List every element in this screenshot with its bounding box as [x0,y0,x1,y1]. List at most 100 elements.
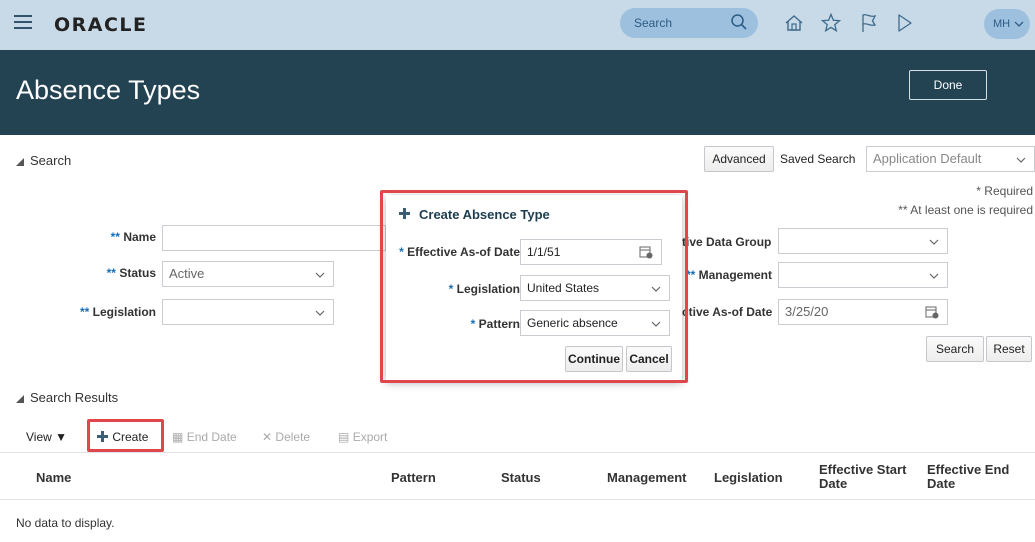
caret-down-icon: ▼ [55,430,68,444]
chevron-down-icon [651,286,661,292]
status-label-text: Status [119,266,156,280]
create-label: Create [112,430,149,444]
advanced-button[interactable]: Advanced [704,146,774,172]
search-button[interactable]: Search [926,336,984,362]
data-group-select[interactable] [778,228,948,254]
required-marker: ** [110,230,120,244]
export-icon: ▤ [338,430,350,444]
view-label: View [26,430,52,444]
notifications-icon[interactable] [893,12,915,34]
chevron-down-icon [1014,21,1024,27]
search-results-header[interactable]: Search Results [16,390,118,405]
column-management[interactable]: Management [607,471,686,485]
column-name[interactable]: Name [36,471,71,485]
home-icon[interactable] [783,12,805,34]
data-group-label: tive Data Group [682,235,772,249]
saved-search-label: Saved Search [780,152,856,166]
required-marker: * [470,317,476,331]
chevron-down-icon [929,273,939,279]
menu-icon[interactable] [14,15,32,29]
dialog-pattern-select[interactable]: Generic absence [520,310,670,336]
plus-icon [97,431,108,442]
reset-button[interactable]: Reset [986,336,1032,362]
dialog-pattern-label: * Pattern [471,317,520,331]
export-button[interactable]: ▤ Export [338,430,387,444]
status-value: Active [169,266,205,281]
watchlist-flag-icon[interactable] [858,12,880,34]
column-status[interactable]: Status [501,471,541,485]
create-button[interactable]: Create [96,430,148,444]
cancel-button[interactable]: Cancel [626,346,672,372]
global-search[interactable]: Search [620,8,758,38]
page-header: Absence Types [0,50,1035,135]
create-absence-type-dialog: Create Absence Type * Effective As-of Da… [386,195,682,381]
chevron-down-icon [929,239,939,245]
name-label: ** Name [60,230,156,244]
management-select[interactable] [778,262,948,288]
dialog-pattern-value: Generic absence [527,316,618,330]
search-section-title: Search [30,153,72,168]
dialog-legislation-label-text: Legislation [456,282,520,296]
saved-search-select[interactable]: Application Default [866,146,1035,172]
done-button[interactable]: Done [909,70,987,100]
column-effective-end[interactable]: Effective End Date [927,463,1027,491]
status-label: ** Status [60,266,156,280]
dialog-legislation-label: * Legislation [449,282,520,296]
collapse-triangle-icon [16,394,24,403]
global-search-label: Search [634,16,673,30]
search-icon[interactable] [730,13,748,31]
plus-icon [399,208,410,219]
calendar-icon[interactable] [639,245,653,259]
chevron-down-icon [1016,157,1026,163]
effective-date-label: ctive As-of Date [682,305,773,319]
dialog-title: Create Absence Type [398,207,550,222]
search-results-title: Search Results [30,390,119,405]
legislation-label-text: Legislation [92,305,156,319]
saved-search-value: Application Default [873,151,982,166]
view-menu[interactable]: View ▼ [26,430,67,444]
column-effective-start[interactable]: Effective Start Date [819,463,919,491]
dialog-pattern-label-text: Pattern [478,317,520,331]
name-input[interactable] [162,225,386,251]
dialog-effective-label-text: Effective As-of Date [407,245,520,259]
required-marker: ** [79,305,90,319]
management-label-text: Management [698,268,772,282]
page-title: Absence Types [16,75,201,105]
effective-date-input[interactable]: 3/25/20 [778,299,948,325]
dialog-effective-value: 1/1/51 [527,245,561,259]
required-marker: ** [685,268,696,282]
delete-button[interactable]: ✕ Delete [262,430,310,444]
column-legislation[interactable]: Legislation [714,471,783,485]
no-data-message: No data to display. [16,516,115,530]
delete-label: Delete [275,430,311,444]
legislation-label: ** Legislation [40,305,156,319]
status-select[interactable]: Active [162,261,334,287]
end-date-icon: ▦ [172,430,184,444]
delete-x-icon: ✕ [262,430,273,444]
name-label-text: Name [123,230,156,244]
required-marker: ** [106,266,116,280]
column-pattern[interactable]: Pattern [391,471,436,485]
legislation-select[interactable] [162,299,334,325]
search-section-header[interactable]: Search [16,153,71,168]
end-date-button[interactable]: ▦ End Date [172,430,237,444]
avatar-initials: MH [993,18,1011,30]
results-table-header: Name Pattern Status Management Legislati… [0,452,1035,500]
required-marker: * [448,282,454,296]
dialog-effective-label: * Effective As-of Date [399,245,520,259]
end-date-label: End Date [186,430,237,444]
collapse-triangle-icon [16,157,24,166]
management-label: ** Management [682,268,772,282]
continue-button[interactable]: Continue [565,346,623,372]
export-label: Export [352,430,388,444]
chevron-down-icon [315,272,325,278]
calendar-icon[interactable] [925,305,939,319]
dialog-effective-date-input[interactable]: 1/1/51 [520,239,662,265]
user-avatar-menu[interactable]: MH [984,9,1030,39]
dialog-legislation-select[interactable]: United States [520,275,670,301]
effective-date-value: 3/25/20 [785,304,829,319]
global-header: ORACLE Search MH [0,0,1035,50]
chevron-down-icon [651,321,661,327]
oracle-logo[interactable]: ORACLE [54,14,148,36]
favorites-star-icon[interactable] [820,12,842,34]
